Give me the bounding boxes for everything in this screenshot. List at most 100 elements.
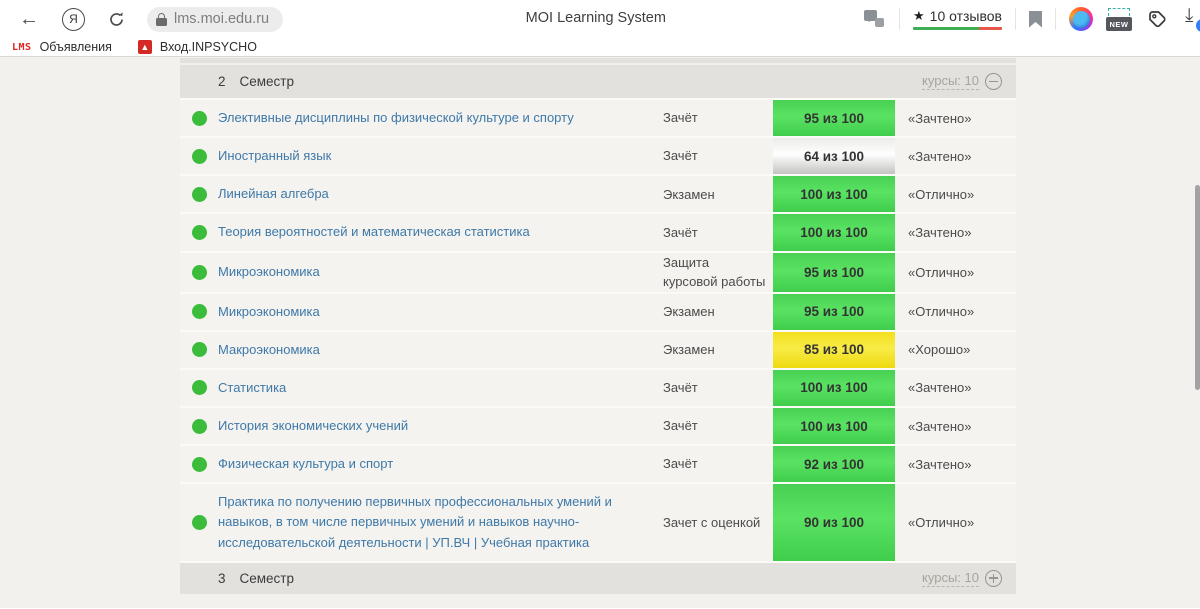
course-name-link[interactable]: Иностранный язык <box>218 138 663 174</box>
course-row: Физическая культура и спорт Зачёт 92 из … <box>180 446 1016 484</box>
course-row: История экономических учений Зачёт 100 и… <box>180 408 1016 446</box>
assessment-type: Зачёт <box>663 454 773 474</box>
score-badge: 95 из 100 <box>773 100 895 136</box>
score-badge: 85 из 100 <box>773 332 895 368</box>
assessment-type: Зачёт <box>663 223 773 243</box>
assessment-type: Зачет с оценкой <box>663 513 773 533</box>
course-name-link[interactable]: Теория вероятностей и математическая ста… <box>218 214 663 250</box>
course-row: Практика по получению первичных професси… <box>180 484 1016 562</box>
course-name-link[interactable]: Микроэкономика <box>218 254 663 290</box>
course-row: Статистика Зачёт 100 из 100 «Зачтено» <box>180 370 1016 408</box>
bookmark-label: Вход.INPSYCHO <box>160 40 257 54</box>
grade-text: «Хорошо» <box>895 342 1016 357</box>
grade-text: «Отлично» <box>895 515 1016 530</box>
downloads-button[interactable]: ⤓ 2 <box>1182 5 1200 33</box>
reviews-label: 10 отзывов <box>930 8 1002 24</box>
course-row: Иностранный язык Зачёт 64 из 100 «Зачтен… <box>180 138 1016 176</box>
divider <box>1015 8 1016 30</box>
status-dot-icon <box>192 304 207 319</box>
course-name-link[interactable]: Макроэкономика <box>218 332 663 368</box>
bookmark-item-lms[interactable]: LMS Объявления <box>12 40 112 54</box>
assessment-type: Зачёт <box>663 146 773 166</box>
score-badge: 92 из 100 <box>773 446 895 482</box>
status-dot-icon <box>192 149 207 164</box>
assessment-type: Зачёт <box>663 108 773 128</box>
course-row: Микроэкономика Защита курсовой работы 95… <box>180 253 1016 294</box>
grade-text: «Отлично» <box>895 187 1016 202</box>
expand-icon[interactable] <box>985 570 1002 587</box>
grade-text: «Зачтено» <box>895 111 1016 126</box>
rating-bar <box>913 27 1002 30</box>
status-dot-icon <box>192 342 207 357</box>
address-bar[interactable]: lms.moi.edu.ru <box>147 7 283 32</box>
status-dot-icon <box>192 265 207 280</box>
score-badge: 100 из 100 <box>773 370 895 406</box>
semester-grades-table: 2 Семестр курсы: 10 Элективные дисциплин… <box>180 58 1016 594</box>
status-dot-icon <box>192 111 207 126</box>
course-name-link[interactable]: Микроэкономика <box>218 294 663 330</box>
semester-label: Семестр <box>240 74 295 89</box>
semester-number: 3 <box>218 571 226 586</box>
assessment-type: Зачёт <box>663 416 773 436</box>
course-name-link[interactable]: Линейная алгебра <box>218 176 663 212</box>
screenshot-new-icon[interactable]: NEW <box>1106 7 1132 31</box>
score-badge: 64 из 100 <box>773 138 895 174</box>
site-reviews[interactable]: ★ 10 отзывов <box>913 8 1002 30</box>
score-badge: 100 из 100 <box>773 176 895 212</box>
assessment-type: Защита курсовой работы <box>663 253 773 292</box>
course-rows: Элективные дисциплины по физической куль… <box>180 100 1016 563</box>
semester-number: 2 <box>218 74 226 89</box>
course-row: Макроэкономика Экзамен 85 из 100 «Хорошо… <box>180 332 1016 370</box>
grade-text: «Зачтено» <box>895 419 1016 434</box>
courses-count-link[interactable]: курсы: 10 <box>922 570 979 587</box>
assessment-type: Экзамен <box>663 302 773 322</box>
course-name-link[interactable]: Элективные дисциплины по физической куль… <box>218 100 663 136</box>
score-badge: 100 из 100 <box>773 408 895 444</box>
collections-icon[interactable] <box>1145 7 1169 31</box>
assessment-type: Экзамен <box>663 185 773 205</box>
course-row: Теория вероятностей и математическая ста… <box>180 214 1016 252</box>
course-name-link[interactable]: Физическая культура и спорт <box>218 446 663 482</box>
score-badge: 90 из 100 <box>773 484 895 560</box>
assessment-type: Экзамен <box>663 340 773 360</box>
grade-text: «Зачтено» <box>895 225 1016 240</box>
url-text: lms.moi.edu.ru <box>174 11 269 27</box>
lock-icon[interactable] <box>156 13 167 26</box>
extension-icon[interactable] <box>1069 7 1093 31</box>
back-button[interactable]: ← <box>14 4 44 34</box>
course-row: Микроэкономика Экзамен 95 из 100 «Отличн… <box>180 294 1016 332</box>
grade-text: «Зачтено» <box>895 457 1016 472</box>
bookmarks-bar: LMS Объявления ▲ Вход.INPSYCHO <box>0 38 1200 57</box>
refresh-icon[interactable] <box>101 4 131 34</box>
inpsycho-favicon: ▲ <box>138 40 152 54</box>
status-dot-icon <box>192 225 207 240</box>
downloads-badge: 2 <box>1195 18 1200 33</box>
status-dot-icon <box>192 380 207 395</box>
vertical-scrollbar[interactable] <box>1195 185 1200 390</box>
score-badge: 95 из 100 <box>773 253 895 292</box>
bookmark-label: Объявления <box>40 40 112 54</box>
course-name-link[interactable]: История экономических учений <box>218 408 663 444</box>
page-title: MOI Learning System <box>526 10 666 26</box>
star-icon: ★ <box>913 8 925 24</box>
semester-label: Семестр <box>240 571 295 586</box>
status-dot-icon <box>192 187 207 202</box>
status-dot-icon <box>192 419 207 434</box>
bookmark-icon[interactable] <box>1029 11 1042 28</box>
score-badge: 95 из 100 <box>773 294 895 330</box>
browser-toolbar: ← Я lms.moi.edu.ru MOI Learning System ★… <box>0 0 1200 38</box>
yandex-home-icon[interactable]: Я <box>62 8 85 31</box>
status-dot-icon <box>192 457 207 472</box>
collapse-icon[interactable] <box>985 73 1002 90</box>
divider <box>1055 8 1056 30</box>
course-row: Элективные дисциплины по физической куль… <box>180 100 1016 138</box>
course-name-link[interactable]: Статистика <box>218 370 663 406</box>
course-name-link[interactable]: Практика по получению первичных професси… <box>218 484 663 560</box>
course-row: Линейная алгебра Экзамен 100 из 100 «Отл… <box>180 176 1016 214</box>
courses-count-link[interactable]: курсы: 10 <box>922 73 979 90</box>
feedback-icon[interactable] <box>864 10 886 28</box>
download-arrow-icon: ⤓ <box>1185 5 1193 27</box>
semester-header: 2 Семестр курсы: 10 <box>180 58 1016 100</box>
page-content: 2 Семестр курсы: 10 Элективные дисциплин… <box>0 57 1200 608</box>
bookmark-item-inpsycho[interactable]: ▲ Вход.INPSYCHO <box>138 40 257 54</box>
